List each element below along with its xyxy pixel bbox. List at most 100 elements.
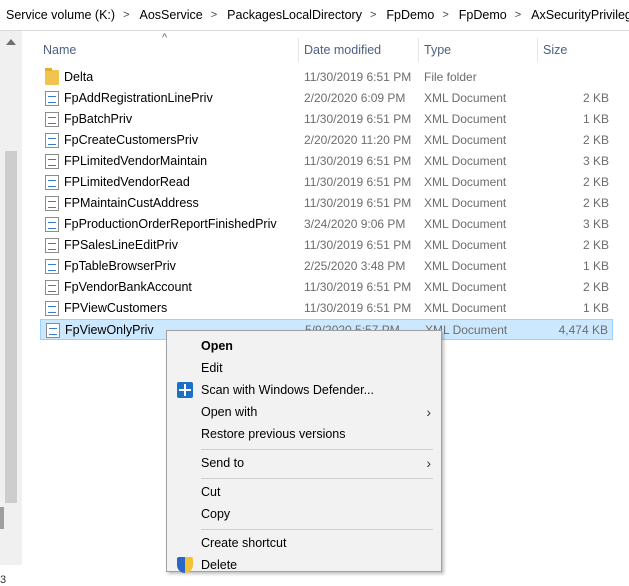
menu-separator: [201, 449, 433, 450]
breadcrumb-item[interactable]: FpDemo: [453, 8, 511, 22]
file-date: 11/30/2019 6:51 PM: [304, 238, 412, 252]
scrollbar-thumb[interactable]: [5, 151, 17, 503]
file-row[interactable]: FPLimitedVendorMaintain 11/30/2019 6:51 …: [40, 151, 613, 172]
xml-file-icon: [45, 196, 59, 211]
submenu-arrow-icon: ›: [426, 455, 431, 471]
file-size: 1 KB: [582, 112, 609, 126]
breadcrumb-separator-icon[interactable]: >: [207, 9, 221, 21]
file-name: FPSalesLineEditPriv: [64, 238, 178, 252]
menu-item-label: Delete: [201, 558, 238, 572]
file-name: FpTableBrowserPriv: [64, 259, 176, 273]
file-name: FPMaintainCustAddress: [64, 196, 199, 210]
file-date: 3/24/2020 9:06 PM: [304, 217, 406, 231]
file-name: FpProductionOrderReportFinishedPriv: [64, 217, 277, 231]
file-row[interactable]: FpProductionOrderReportFinishedPriv 3/24…: [40, 214, 613, 235]
menu-item-send-to[interactable]: Send to ›: [167, 452, 441, 474]
column-header-size[interactable]: Size: [543, 38, 567, 62]
menu-item-label: Open: [201, 339, 233, 353]
menu-item-create-shortcut[interactable]: Create shortcut: [167, 532, 441, 554]
file-name: Delta: [64, 70, 94, 84]
column-divider[interactable]: [298, 38, 299, 62]
menu-item-delete[interactable]: Delete: [167, 554, 441, 576]
file-row[interactable]: FPSalesLineEditPriv 11/30/2019 6:51 PM X…: [40, 235, 613, 256]
file-type: XML Document: [424, 175, 507, 189]
breadcrumb-separator-icon[interactable]: >: [438, 9, 452, 21]
file-name: FpBatchPriv: [64, 112, 133, 126]
column-header-date[interactable]: Date modified: [304, 38, 381, 62]
file-type: XML Document: [424, 91, 507, 105]
file-row[interactable]: FPViewCustomers 11/30/2019 6:51 PM XML D…: [40, 298, 613, 319]
xml-file-icon: [46, 323, 60, 338]
menu-separator: [201, 478, 433, 479]
breadcrumb-item[interactable]: FpDemo: [380, 8, 438, 22]
file-row[interactable]: FpVendorBankAccount 11/30/2019 6:51 PM X…: [40, 277, 613, 298]
file-size: 1 KB: [582, 259, 609, 273]
file-row[interactable]: FpBatchPriv 11/30/2019 6:51 PM XML Docum…: [40, 109, 613, 130]
file-type: XML Document: [424, 112, 507, 126]
file-row[interactable]: FPMaintainCustAddress 11/30/2019 6:51 PM…: [40, 193, 613, 214]
column-divider[interactable]: [537, 38, 538, 62]
file-date: 11/30/2019 6:51 PM: [304, 196, 412, 210]
submenu-arrow-icon: ›: [426, 404, 431, 420]
file-row[interactable]: FPLimitedVendorRead 11/30/2019 6:51 PM X…: [40, 172, 613, 193]
menu-item-open[interactable]: Open: [167, 335, 441, 357]
breadcrumb-separator-icon[interactable]: >: [366, 9, 380, 21]
scroll-up-icon[interactable]: [6, 39, 16, 45]
menu-item-label: Scan with Windows Defender...: [201, 383, 374, 397]
folder-icon: [45, 68, 59, 85]
file-name: FPLimitedVendorMaintain: [64, 154, 208, 168]
file-size: 2 KB: [582, 133, 609, 147]
file-type: XML Document: [424, 154, 507, 168]
file-type: XML Document: [424, 238, 507, 252]
file-type: XML Document: [424, 280, 507, 294]
breadcrumb-item[interactable]: PackagesLocalDirectory: [221, 8, 366, 22]
xml-file-icon: [45, 154, 59, 169]
menu-item-label: Copy: [201, 507, 231, 521]
file-size: 1 KB: [582, 301, 609, 315]
file-row[interactable]: FpTableBrowserPriv 2/25/2020 3:48 PM XML…: [40, 256, 613, 277]
file-size: 2 KB: [582, 196, 609, 210]
navigation-scrollbar[interactable]: 3: [0, 31, 22, 586]
sort-ascending-icon: ^: [162, 32, 168, 44]
breadcrumb-item[interactable]: Service volume (K:): [0, 8, 119, 22]
menu-item-cut[interactable]: Cut: [167, 481, 441, 503]
file-date: 11/30/2019 6:51 PM: [304, 112, 412, 126]
column-divider[interactable]: [418, 38, 419, 62]
file-name: FPLimitedVendorRead: [64, 175, 190, 189]
file-date: 11/30/2019 6:51 PM: [304, 301, 412, 315]
file-size: 2 KB: [582, 238, 609, 252]
file-type: XML Document: [424, 259, 507, 273]
file-name: FpVendorBankAccount: [64, 280, 192, 294]
file-date: 11/30/2019 6:51 PM: [304, 70, 412, 84]
file-row[interactable]: FpCreateCustomersPriv 2/20/2020 11:20 PM…: [40, 130, 613, 151]
file-name: FPViewCustomers: [64, 301, 168, 315]
breadcrumb-item[interactable]: AosService: [134, 8, 207, 22]
xml-file-icon: [45, 133, 59, 148]
xml-file-icon: [45, 91, 59, 106]
scrollbar-marker: [0, 507, 4, 529]
file-row[interactable]: FpAddRegistrationLinePriv 2/20/2020 6:09…: [40, 88, 613, 109]
xml-file-icon: [45, 112, 59, 127]
menu-item-copy[interactable]: Copy: [167, 503, 441, 525]
menu-item-open-with[interactable]: Open with ›: [167, 401, 441, 423]
address-breadcrumb[interactable]: Service volume (K:) > AosService > Packa…: [0, 0, 629, 31]
breadcrumb-separator-icon[interactable]: >: [511, 9, 525, 21]
menu-item-edit[interactable]: Edit: [167, 357, 441, 379]
xml-file-icon: [45, 175, 59, 190]
file-name: FpViewOnlyPriv: [65, 323, 154, 337]
file-date: 11/30/2019 6:51 PM: [304, 175, 412, 189]
file-name: FpCreateCustomersPriv: [64, 133, 199, 147]
file-row[interactable]: Delta 11/30/2019 6:51 PM File folder: [40, 67, 613, 88]
file-date: 11/30/2019 6:51 PM: [304, 280, 412, 294]
menu-item-restore-versions[interactable]: Restore previous versions: [167, 423, 441, 445]
file-size: 2 KB: [582, 175, 609, 189]
file-name: FpAddRegistrationLinePriv: [64, 91, 213, 105]
menu-item-scan-defender[interactable]: Scan with Windows Defender...: [167, 379, 441, 401]
file-date: 11/30/2019 6:51 PM: [304, 154, 412, 168]
column-header-type[interactable]: Type: [424, 38, 451, 62]
breadcrumb-separator-icon[interactable]: >: [119, 9, 133, 21]
uac-shield-icon: [177, 557, 193, 573]
column-header-name[interactable]: Name: [43, 38, 76, 62]
breadcrumb-item[interactable]: AxSecurityPrivilege: [525, 8, 629, 22]
file-type: XML Document: [424, 133, 507, 147]
